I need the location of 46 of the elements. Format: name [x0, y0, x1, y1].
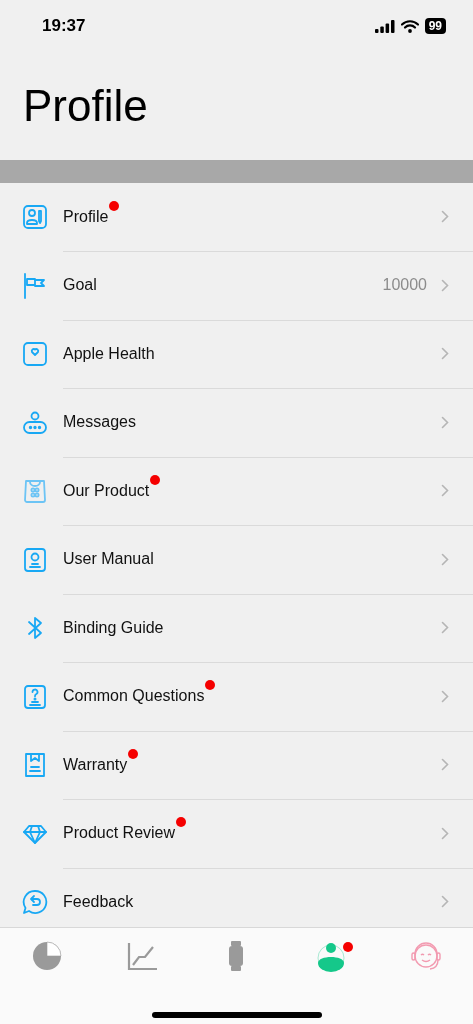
bag-icon	[22, 478, 48, 505]
chat-person-icon	[22, 409, 48, 436]
menu-label: Warranty	[63, 755, 128, 774]
menu-row[interactable]: Profile	[0, 183, 473, 252]
menu-row[interactable]: Apple Health	[0, 320, 473, 389]
menu-row[interactable]: Goal 10000	[0, 251, 473, 320]
chevron-icon	[441, 826, 449, 840]
chevron-icon	[441, 552, 449, 566]
menu-label: Common Questions	[63, 687, 205, 706]
chevron-icon	[441, 210, 449, 224]
menu-label: User Manual	[63, 550, 154, 569]
menu-label: Feedback	[63, 892, 134, 911]
chevron-icon	[441, 347, 449, 361]
menu-label: Binding Guide	[63, 618, 164, 637]
chevron-icon	[441, 689, 449, 703]
chevron-icon	[441, 278, 449, 292]
menu-label: Product Review	[63, 824, 176, 843]
menu-row[interactable]: Product Review	[0, 799, 473, 868]
profile-card-icon	[22, 204, 48, 231]
chevron-icon	[441, 621, 449, 635]
goal-value: 10000	[382, 276, 427, 295]
chevron-icon	[441, 415, 449, 429]
menu-label: Our Product	[63, 481, 150, 500]
chevron-icon	[441, 895, 449, 909]
chevron-icon	[441, 484, 449, 498]
bookmark-doc-icon	[22, 752, 48, 779]
signal-icon	[374, 19, 395, 33]
question-manual-icon	[22, 683, 48, 710]
flag-icon	[22, 272, 48, 299]
chat-return-icon	[22, 889, 48, 916]
heart-square-icon	[22, 341, 48, 368]
menu-row[interactable]: Our Product	[0, 457, 473, 526]
menu-label: Profile	[63, 207, 109, 226]
menu-row[interactable]: Binding Guide	[0, 594, 473, 663]
menu-row[interactable]: Warranty	[0, 731, 473, 800]
status-time: 19:37	[42, 16, 86, 36]
menu-label: Messages	[63, 413, 136, 432]
battery-level: 99	[424, 18, 446, 34]
page-title: Profile	[23, 81, 148, 131]
menu-row[interactable]: Messages	[0, 388, 473, 457]
chevron-icon	[441, 758, 449, 772]
menu-label: Goal	[63, 276, 97, 295]
menu-label: Apple Health	[63, 344, 155, 363]
menu-row[interactable]: User Manual	[0, 525, 473, 594]
menu-row[interactable]: Common Questions	[0, 662, 473, 731]
wifi-icon	[400, 19, 419, 33]
